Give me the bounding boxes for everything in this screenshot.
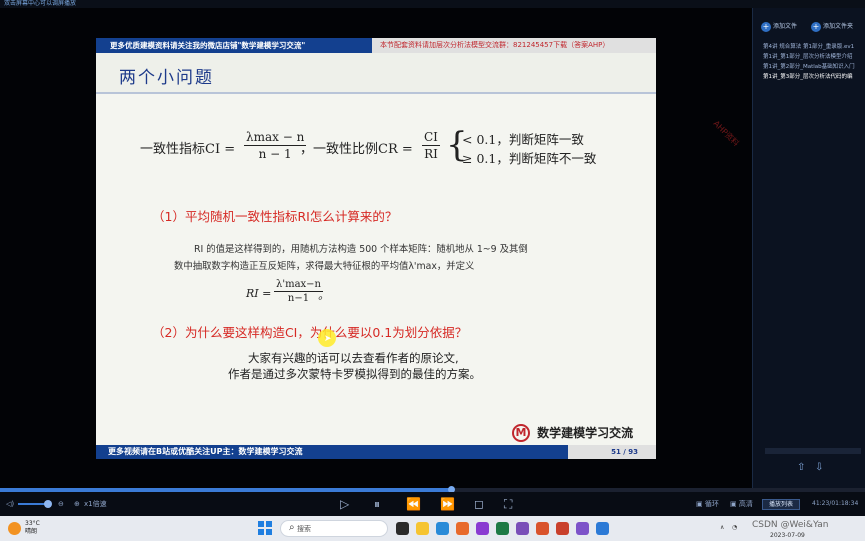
banner-right-text: 本节配套资料请加层次分析法模型交流群：821245457下载（答案AHP）	[372, 38, 656, 53]
windows-taskbar: 33°C 晴朗 ⌕ 搜索 ∧ ◔ CSDN @Wei&Yan 2023-07-0…	[0, 516, 865, 541]
slide-bottom-banner: 更多视频请在B站或优酷关注UP主：数学建模学习交流 51 / 93	[96, 445, 656, 459]
file-explorer-icon[interactable]	[416, 522, 429, 535]
ci-fraction: λmax − n n − 1	[244, 129, 307, 162]
csdn-watermark: CSDN @Wei&Yan	[752, 520, 829, 530]
banner-left-text: 更多优质建模资料请关注我的微店店铺"数学建模学习交流"	[110, 41, 306, 50]
cr-numerator: CI	[422, 130, 440, 146]
screen: 双击屏幕中心可以调屏播放 更多优质建模资料请关注我的微店店铺"数学建模学习交流"…	[0, 0, 865, 541]
task-view-icon[interactable]	[396, 522, 409, 535]
search-icon: ⌕	[289, 522, 295, 533]
case-consistent: < 0.1，判断矩阵一致	[462, 132, 584, 147]
search-placeholder: 搜索	[297, 525, 311, 533]
scroll-up-icon[interactable]: ⇧	[797, 462, 805, 473]
fullscreen-icon[interactable]: ⛶	[504, 492, 512, 516]
add-folder-button[interactable]: + 添加文件夹	[811, 20, 853, 34]
playlist-panel: + 添加文件 + 添加文件夹 第4讲 规合算法 第1部分_重录版.ev1 第1讲_第…	[752, 8, 865, 490]
quality-label: 高清	[738, 500, 753, 508]
office-icon[interactable]	[536, 522, 549, 535]
plus-icon: +	[811, 21, 821, 32]
slide-top-banner: 更多优质建模资料请关注我的微店店铺"数学建模学习交流" 本节配套资料请加层次分析…	[96, 38, 656, 53]
tray-chevron-icon[interactable]: ∧	[720, 524, 724, 531]
ri-eq-label: RI =	[246, 287, 272, 300]
cr-fraction: CI RI	[422, 129, 440, 162]
consistency-formula: 一致性指标CI = λmax − n n − 1 ，一致性比例CR = CI R…	[140, 126, 620, 170]
brand-logo: M 数学建模学习交流	[512, 422, 634, 442]
weather-widget[interactable]: 33°C 晴朗	[25, 520, 40, 536]
playlist-scrollbar[interactable]	[765, 448, 861, 454]
video-player-icon[interactable]	[596, 522, 609, 535]
taskbar-search[interactable]: ⌕ 搜索	[280, 520, 388, 537]
playlist-scroll-buttons: ⇧ ⇩	[761, 462, 857, 476]
rewind-icon[interactable]: ⏪	[406, 492, 421, 516]
visual-studio-icon[interactable]	[516, 522, 529, 535]
play-icon[interactable]: ▷	[340, 492, 349, 516]
add-folder-label: 添加文件夹	[823, 23, 854, 30]
player-title-bar: 双击屏幕中心可以调屏播放	[0, 0, 865, 8]
start-icon[interactable]	[258, 521, 272, 535]
question-1: （1）平均随机一致性指标RI怎么计算来的？	[152, 209, 398, 224]
closing-line-1: 大家有兴趣的话可以去查看作者的原论文,	[248, 351, 459, 365]
excel-icon[interactable]	[496, 522, 509, 535]
question-2: （2）为什么要这样构造CI，为什么要以0.1为划分依据？	[152, 325, 468, 340]
loop-label: 循环	[704, 500, 719, 508]
ri-eq-fraction: λ'max−n n−1	[274, 278, 323, 305]
app-icon[interactable]	[456, 522, 469, 535]
playlist-item-active[interactable]: 第1讲_第3部分_层次分析法代码的编	[763, 72, 863, 82]
ri-eq-end: 。	[318, 289, 329, 302]
weather-condition: 晴朗	[25, 528, 38, 535]
edge-icon[interactable]	[436, 522, 449, 535]
onenote-icon[interactable]	[476, 522, 489, 535]
playlist-header: + 添加文件 + 添加文件夹	[757, 14, 862, 40]
vs-code-icon[interactable]	[576, 522, 589, 535]
bottom-banner-text: 更多视频请在B站或优酷关注UP主：数学建模学习交流	[108, 447, 303, 456]
speed-up-icon[interactable]: ⊕	[74, 492, 80, 516]
time-display: 41:23/01:18:34	[812, 500, 859, 507]
ci-denominator: n − 1	[258, 147, 292, 161]
taskbar-date: 2023-07-09	[770, 532, 805, 539]
forward-icon[interactable]: ⏩	[440, 492, 455, 516]
speed-label[interactable]: x1倍速	[84, 492, 107, 516]
stop-icon[interactable]: ◻	[474, 492, 484, 516]
slide: 更多优质建模资料请关注我的微店店铺"数学建模学习交流" 本节配套资料请加层次分析…	[96, 38, 656, 459]
quality-button[interactable]: ▣ 高清	[730, 492, 753, 516]
case-inconsistent: ≥ 0.1，判断矩阵不一致	[462, 151, 597, 166]
player-controls: ◁) ⊖ ⊕ x1倍速 ▷ ⏸ ⏪ ⏩ ◻ ⛶ ▣ 循环 ▣ 高清 播放列表 4…	[0, 492, 865, 516]
ri-eq-denominator: n−1	[287, 293, 310, 304]
closing-line-2: 作者是通过多次蒙特卡罗模拟得到的最佳的方案。	[228, 367, 481, 381]
speed-down-icon[interactable]: ⊖	[58, 492, 64, 516]
page-number: 51 / 93	[568, 445, 656, 459]
m-logo-icon: M	[512, 423, 530, 442]
temperature: 33°C	[25, 520, 40, 527]
slide-title: 两个小问题	[119, 68, 214, 88]
loop-button[interactable]: ▣ 循环	[696, 492, 719, 516]
volume-knob[interactable]	[44, 500, 52, 508]
ri-description-line-1: RI 的值是这样得到的，用随机方法构造 500 个样本矩阵：随机地从 1~9 及…	[194, 244, 528, 255]
player-title: 双击屏幕中心可以调屏播放	[4, 0, 77, 7]
pause-icon[interactable]: ⏸	[374, 492, 380, 516]
ri-description-line-2: 数中抽取数字构造正互反矩阵，求得最大特征根的平均值λ'max，并定义	[174, 261, 475, 272]
plus-icon: +	[761, 21, 771, 32]
logo-text: 数学建模学习交流	[537, 426, 634, 440]
ri-eq-numerator: λ'max−n	[274, 279, 323, 292]
playlist-toggle-button[interactable]: 播放列表	[762, 499, 800, 510]
add-file-button[interactable]: + 添加文件	[761, 20, 797, 34]
ci-numerator: λmax − n	[244, 130, 307, 146]
playlist-items: 第4讲 规合算法 第1部分_重录版.ev1 第1讲_第1部分_层次分析法模型介绍…	[763, 42, 863, 82]
cr-denominator: RI	[424, 147, 438, 161]
scroll-down-icon[interactable]: ⇩	[815, 462, 823, 473]
ci-label: 一致性指标CI =	[140, 142, 236, 157]
weather-sun-icon[interactable]	[8, 522, 21, 535]
mouse-cursor-icon: ➤	[324, 334, 332, 344]
cr-label: ，一致性比例CR =	[300, 142, 413, 157]
playlist-item[interactable]: 第1讲_第2部分_Matlab基础知识入门	[763, 62, 863, 72]
add-file-label: 添加文件	[773, 23, 798, 30]
volume-icon[interactable]: ◁)	[6, 492, 14, 516]
playlist-item[interactable]: 第4讲 规合算法 第1部分_重录版.ev1	[763, 42, 863, 52]
playlist-item[interactable]: 第1讲_第1部分_层次分析法模型介绍	[763, 52, 863, 62]
network-icon[interactable]: ◔	[732, 524, 737, 531]
powerpoint-icon[interactable]	[556, 522, 569, 535]
